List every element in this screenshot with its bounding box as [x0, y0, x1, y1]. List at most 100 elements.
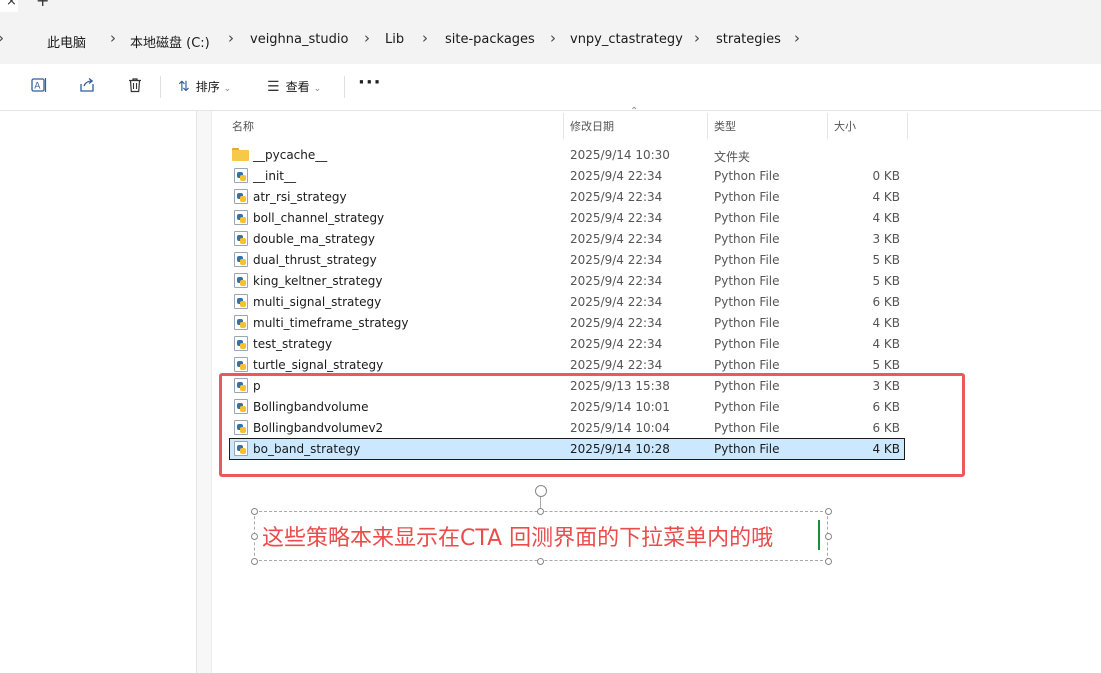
share-icon[interactable]: [77, 76, 97, 96]
file-size: 4 KB: [872, 316, 900, 330]
folder-row[interactable]: __pycache__ 2025/9/14 10:30 文件夹: [230, 145, 904, 165]
text-cursor: [818, 520, 820, 550]
file-size: 4 KB: [872, 190, 900, 204]
window-tab[interactable]: ×: [0, 0, 18, 12]
chevron-right-icon[interactable]: ›: [110, 29, 116, 47]
file-name: multi_signal_strategy: [253, 295, 382, 309]
column-separator[interactable]: [707, 113, 708, 139]
column-header-type[interactable]: 类型: [714, 118, 736, 134]
view-icon: ☰: [267, 79, 280, 95]
file-row[interactable]: atr_rsi_strategy 2025/9/4 22:34 Python Fil…: [230, 187, 904, 207]
view-button[interactable]: ☰ 查看 ⌄: [267, 77, 321, 97]
file-date: 2025/9/4 22:34: [570, 232, 663, 246]
resize-handle[interactable]: [825, 508, 832, 515]
breadcrumb-item[interactable]: 本地磁盘 (C:): [130, 32, 210, 51]
pane-splitter[interactable]: [197, 111, 212, 673]
highlight-rectangle: [219, 373, 965, 477]
python-file-icon: [234, 210, 248, 225]
sort-ascending-icon: ⌃: [630, 106, 639, 117]
delete-icon[interactable]: [125, 76, 145, 96]
python-file-icon: [234, 294, 248, 309]
resize-handle[interactable]: [825, 533, 832, 540]
file-row[interactable]: turtle_signal_strategy 2025/9/4 22:34 Pyth…: [230, 355, 904, 375]
file-type: Python File: [714, 190, 780, 204]
breadcrumb-item[interactable]: strategies: [716, 32, 781, 47]
file-date: 2025/9/4 22:34: [570, 337, 663, 351]
toolbar-divider: [344, 76, 345, 98]
file-row[interactable]: multi_timeframe_strategy 2025/9/4 22:34 Py…: [230, 313, 904, 333]
file-date: 2025/9/4 22:34: [570, 295, 663, 309]
breadcrumb-item[interactable]: vnpy_ctastrategy: [570, 32, 683, 47]
chevron-right-icon[interactable]: ›: [422, 29, 428, 47]
python-file-icon: [234, 168, 248, 183]
file-type: Python File: [714, 316, 780, 330]
rename-icon[interactable]: A: [29, 76, 49, 96]
resize-handle[interactable]: [251, 533, 258, 540]
chevron-right-icon[interactable]: ›: [694, 29, 700, 47]
file-name: turtle_signal_strategy: [253, 358, 384, 372]
python-file-icon: [234, 357, 248, 372]
column-separator[interactable]: [563, 113, 564, 139]
chevron-down-icon: ⌄: [313, 84, 322, 94]
python-file-icon: [234, 273, 248, 288]
address-bar[interactable]: › 此电脑 › 本地磁盘 (C:) › veighna_studio › Lib…: [0, 18, 1101, 65]
column-header-name[interactable]: 名称: [232, 118, 254, 134]
file-size: 4 KB: [872, 337, 900, 351]
file-row[interactable]: __init__ 2025/9/4 22:34 Python File 0 KB: [230, 166, 904, 186]
python-file-icon: [234, 336, 248, 351]
column-separator[interactable]: [907, 113, 908, 139]
breadcrumb-item[interactable]: 此电脑: [47, 32, 86, 51]
file-row[interactable]: king_keltner_strategy 2025/9/4 22:34 Pytho…: [230, 271, 904, 291]
file-name: dual_thrust_strategy: [253, 253, 377, 267]
breadcrumb-item[interactable]: Lib: [385, 32, 404, 47]
file-row[interactable]: multi_signal_strategy 2025/9/4 22:34 Pytho…: [230, 292, 904, 312]
column-header-date[interactable]: 修改日期: [570, 118, 614, 134]
toolbar-divider: [160, 76, 161, 98]
annotation-text[interactable]: 这些策略本来显示在CTA 回测界面的下拉菜单内的哦: [262, 520, 773, 552]
file-name: double_ma_strategy: [253, 232, 375, 246]
file-date: 2025/9/14 10:30: [570, 148, 670, 162]
new-tab-icon[interactable]: +: [36, 0, 49, 10]
file-date: 2025/9/4 22:34: [570, 169, 663, 183]
breadcrumb-item[interactable]: veighna_studio: [250, 32, 348, 47]
file-type: Python File: [714, 232, 780, 246]
chevron-down-icon: ⌄: [223, 84, 232, 94]
sort-button[interactable]: ⇅ 排序 ⌄: [178, 77, 231, 97]
chevron-right-icon[interactable]: ›: [364, 29, 370, 47]
resize-handle[interactable]: [825, 558, 832, 565]
file-row[interactable]: double_ma_strategy 2025/9/4 22:34 Python F…: [230, 229, 904, 249]
resize-handle[interactable]: [251, 558, 258, 565]
resize-handle[interactable]: [537, 558, 544, 565]
file-date: 2025/9/4 22:34: [570, 274, 663, 288]
file-date: 2025/9/4 22:34: [570, 358, 663, 372]
column-header-size[interactable]: 大小: [834, 118, 856, 134]
navigation-pane[interactable]: [0, 111, 197, 673]
resize-handle[interactable]: [251, 508, 258, 515]
file-row[interactable]: boll_channel_strategy 2025/9/4 22:34 Pytho…: [230, 208, 904, 228]
file-size: 3 KB: [872, 232, 900, 246]
chevron-right-icon[interactable]: ›: [228, 29, 234, 47]
column-separator[interactable]: [827, 113, 828, 139]
file-row[interactable]: test_strategy 2025/9/4 22:34 Python File 4 …: [230, 334, 904, 354]
file-size: 5 KB: [872, 274, 900, 288]
more-options-button[interactable]: ···: [358, 72, 382, 93]
file-name: __init__: [253, 169, 296, 183]
file-type: Python File: [714, 253, 780, 267]
file-size: 4 KB: [872, 211, 900, 225]
command-bar: A ⇅ 排序 ⌄ ☰ 查看 ⌄ ···: [0, 64, 1101, 111]
rotate-handle[interactable]: [535, 485, 547, 497]
close-tab-icon[interactable]: ×: [6, 0, 17, 9]
resize-handle[interactable]: [537, 508, 544, 515]
chevron-right-icon: ›: [0, 29, 4, 47]
chevron-right-icon[interactable]: ›: [794, 29, 800, 47]
breadcrumb-item[interactable]: site-packages: [445, 32, 535, 47]
sort-label: 排序: [195, 80, 220, 94]
file-date: 2025/9/4 22:34: [570, 211, 663, 225]
file-type: Python File: [714, 337, 780, 351]
sort-icon: ⇅: [178, 79, 190, 95]
chevron-right-icon[interactable]: ›: [550, 29, 556, 47]
file-size: 0 KB: [872, 169, 900, 183]
file-row[interactable]: dual_thrust_strategy 2025/9/4 22:34 Python…: [230, 250, 904, 270]
file-name: multi_timeframe_strategy: [253, 316, 409, 330]
file-size: 5 KB: [872, 358, 900, 372]
